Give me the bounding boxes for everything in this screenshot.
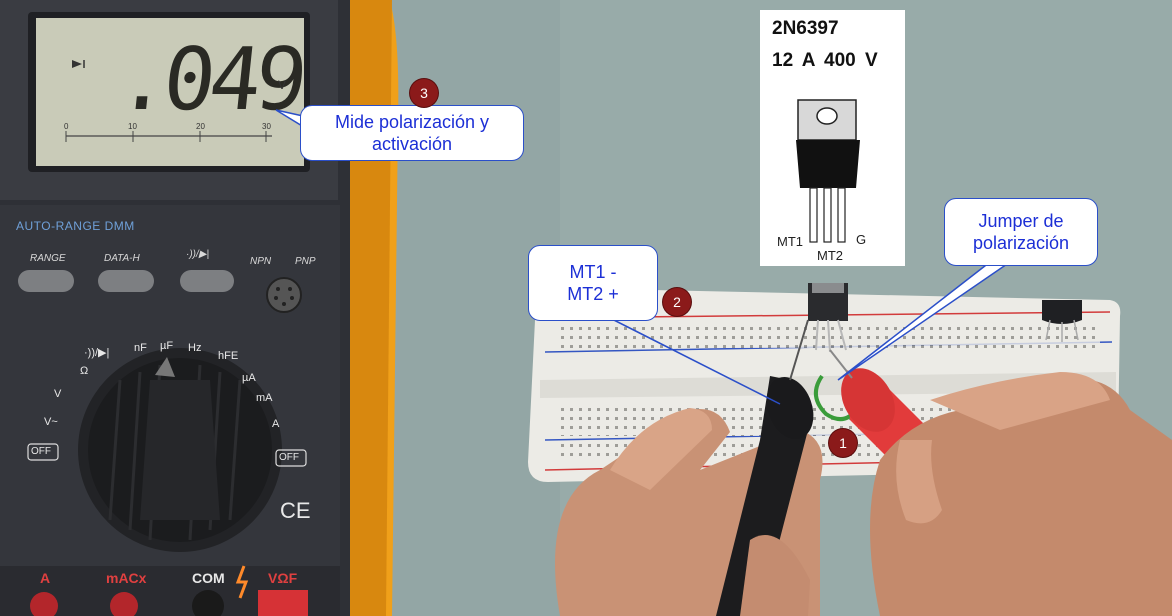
callout-probes: MT1 - MT2 + bbox=[528, 245, 658, 321]
callout-probes-text: MT1 - MT2 + bbox=[567, 262, 619, 304]
callout-jumper-text: Jumper de polarización bbox=[972, 211, 1070, 253]
badge-3: 3 bbox=[410, 79, 438, 107]
callout-measure: Mide polarización y activación bbox=[300, 105, 524, 161]
callout-measure-text: Mide polarización y activación bbox=[334, 112, 490, 154]
badge-2: 2 bbox=[663, 288, 691, 316]
badge-1: 1 bbox=[829, 429, 857, 457]
callout-jumper: Jumper de polarización bbox=[944, 198, 1098, 266]
